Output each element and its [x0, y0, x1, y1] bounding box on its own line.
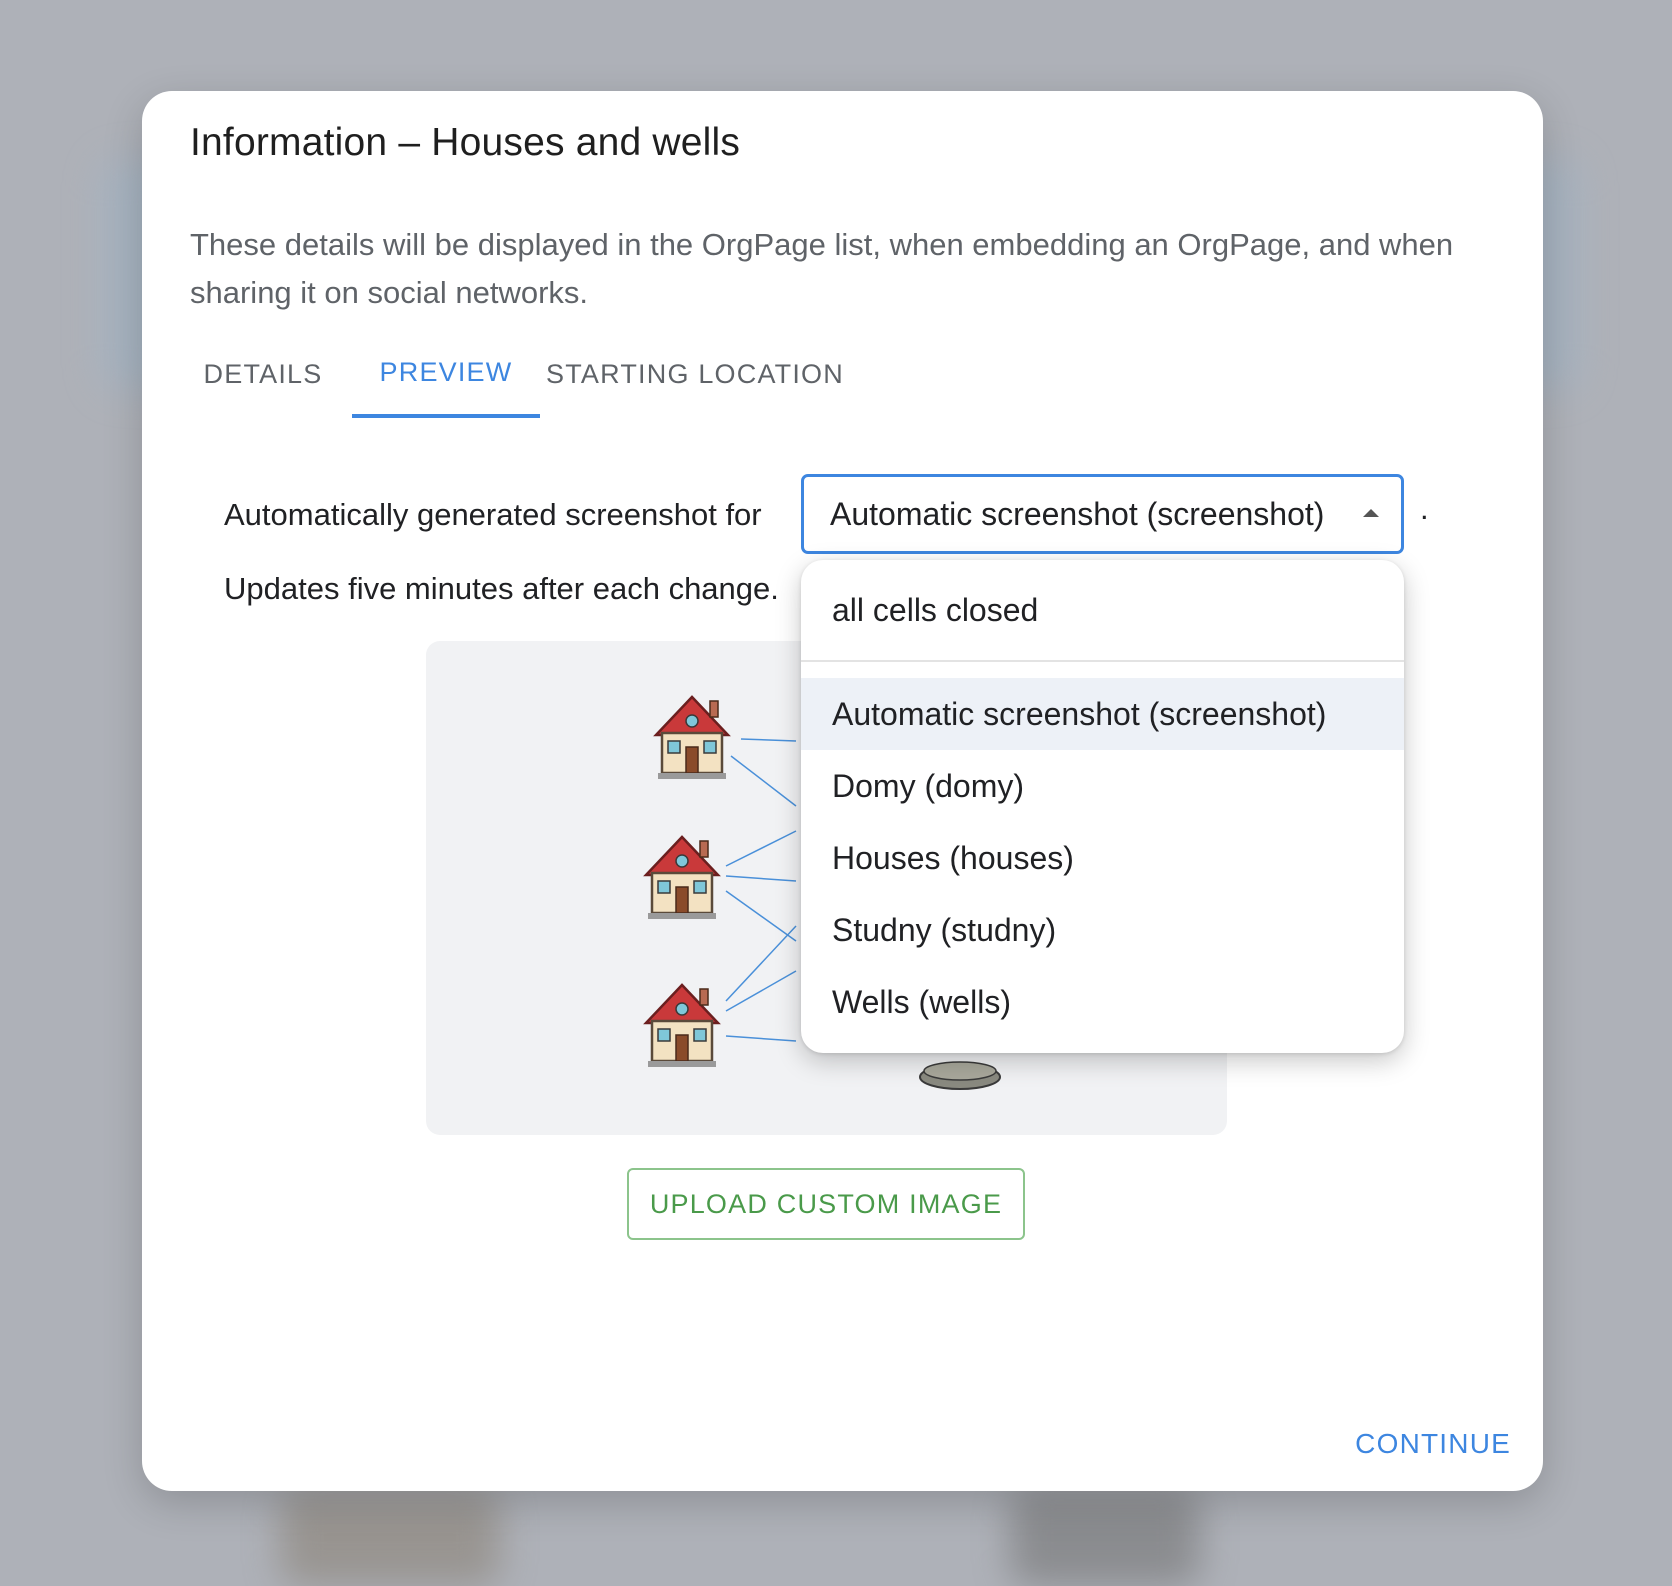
- select-value: Automatic screenshot (screenshot): [830, 495, 1325, 532]
- dialog-title: Information – Houses and wells: [190, 121, 741, 164]
- tab-preview[interactable]: PREVIEW: [352, 331, 540, 418]
- menu-option-automatic-screenshot[interactable]: Automatic screenshot (screenshot): [801, 678, 1404, 750]
- background-blur: [1010, 1490, 1200, 1586]
- screenshot-for-label: Automatically generated screenshot for: [224, 497, 762, 532]
- well-icon: [919, 1061, 1001, 1090]
- caret-up-icon: [1363, 509, 1379, 517]
- sentence-period: .: [1420, 491, 1429, 526]
- menu-option-wells[interactable]: Wells (wells): [801, 966, 1404, 1038]
- tab-details[interactable]: DETAILS: [174, 331, 352, 418]
- tab-bar: DETAILS PREVIEW STARTING LOCATION: [174, 331, 874, 418]
- screenshot-dropdown-menu: all cells closed Automatic screenshot (s…: [801, 560, 1404, 1053]
- updates-label: Updates five minutes after each change.: [224, 571, 779, 606]
- connector-lines: [725, 738, 797, 1042]
- house-icon: [644, 835, 720, 921]
- upload-custom-image-button[interactable]: UPLOAD CUSTOM IMAGE: [627, 1168, 1025, 1240]
- continue-button[interactable]: CONTINUE: [1355, 1416, 1511, 1472]
- menu-option-studny[interactable]: Studny (studny): [801, 894, 1404, 966]
- menu-option-domy[interactable]: Domy (domy): [801, 750, 1404, 822]
- background-blur: [280, 1490, 500, 1586]
- screenshot-select[interactable]: Automatic screenshot (screenshot): [801, 474, 1404, 554]
- dialog-description: These details will be displayed in the O…: [190, 227, 1454, 310]
- dropdown-header: all cells closed: [832, 591, 1039, 628]
- tab-starting-location[interactable]: STARTING LOCATION: [540, 331, 850, 418]
- menu-option-houses[interactable]: Houses (houses): [801, 822, 1404, 894]
- house-icon: [654, 695, 730, 781]
- menu-divider: [801, 660, 1404, 662]
- house-icon: [644, 983, 720, 1069]
